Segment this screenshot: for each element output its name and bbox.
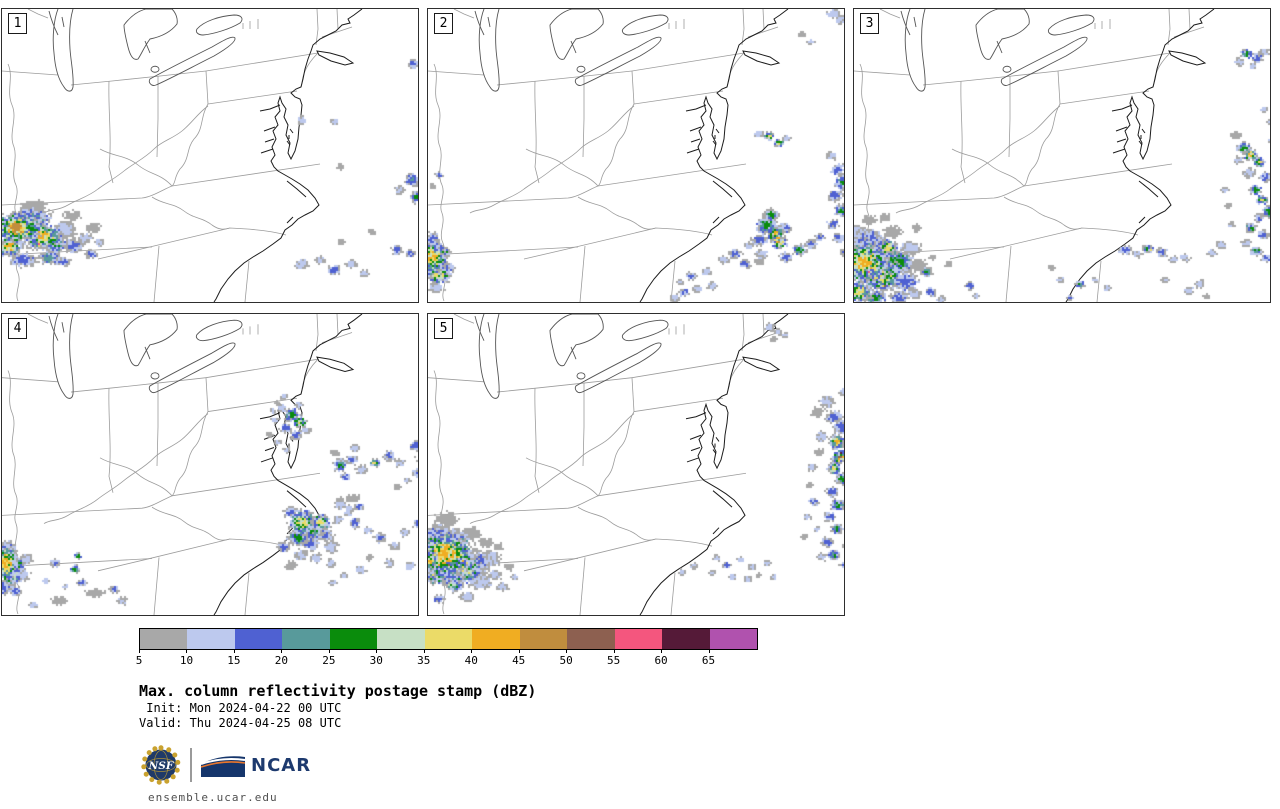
colorbar-tick-mark (613, 649, 615, 653)
ensemble-member-panel-5: 5 (427, 313, 845, 616)
colorbar-segment (140, 629, 188, 649)
radar-reflectivity-layer (2, 9, 418, 302)
colorbar-tick-label: 20 (274, 654, 288, 667)
colorbar-tick-label: 60 (654, 654, 668, 667)
colorbar-tick-mark (518, 649, 520, 653)
logo-divider (190, 748, 192, 782)
ncar-flag-icon (200, 755, 246, 777)
member-number: 4 (8, 318, 27, 339)
colorbar-tick-label: 25 (322, 654, 336, 667)
colorbar-tick-mark (376, 649, 378, 653)
colorbar-tick-label: 40 (464, 654, 478, 667)
ensemble-member-panel-3: 3 (853, 8, 1271, 303)
member-number: 5 (434, 318, 453, 339)
nsf-logo: NSF (141, 745, 181, 785)
colorbar-segment (709, 629, 758, 649)
reflectivity-colorbar (139, 628, 758, 650)
valid-time: Valid: Thu 2024-04-25 08 UTC (139, 716, 342, 730)
colorbar-tick-label: 35 (417, 654, 431, 667)
product-title: Max. column reflectivity postage stamp (… (139, 682, 537, 700)
init-time: Init: Mon 2024-04-22 00 UTC (139, 701, 342, 715)
colorbar-segment (377, 629, 425, 649)
colorbar-tick-mark (233, 649, 235, 653)
radar-reflectivity-layer (854, 9, 1270, 302)
colorbar-segment (424, 629, 473, 649)
colorbar-segment (662, 629, 710, 649)
title-block: Max. column reflectivity postage stamp (… (139, 682, 536, 731)
colorbar-ticks: 5 10 15 20 25 30 35 40 45 50 55 60 65 (136, 648, 757, 670)
ensemble-member-panel-4: 4 (1, 313, 419, 616)
colorbar-segment (282, 629, 330, 649)
radar-reflectivity-layer (428, 314, 844, 615)
colorbar-tick-mark (328, 649, 330, 653)
colorbar-tick-label: 45 (512, 654, 526, 667)
colorbar-segment (187, 629, 235, 649)
colorbar-tick-label: 10 (179, 654, 194, 667)
agency-logos: NSF NCAR (141, 745, 311, 785)
colorbar-segment (614, 629, 663, 649)
member-number: 3 (860, 13, 879, 34)
colorbar-tick-mark (186, 649, 188, 653)
colorbar-segment (567, 629, 615, 649)
colorbar-segment (234, 629, 283, 649)
colorbar-tick-mark (566, 649, 568, 653)
colorbar-tick-label: 50 (559, 654, 573, 667)
colorbar-tick-mark (423, 649, 425, 653)
colorbar-tick-label: 15 (227, 654, 241, 667)
colorbar-tick-label: 30 (369, 654, 383, 667)
site-url: ensemble.ucar.edu (148, 791, 278, 804)
ensemble-member-panel-1: 1 (1, 8, 419, 303)
colorbar-tick-label: 65 (701, 654, 716, 667)
colorbar-tick-mark (139, 649, 140, 653)
ensemble-postage-stamp-page: 1 2 3 4 5 5 10 15 20 25 30 35 40 45 50 55 60 65 Max.… (0, 0, 1280, 809)
radar-reflectivity-layer (428, 9, 844, 302)
ncar-logo-text: NCAR (251, 754, 312, 776)
ensemble-member-panel-2: 2 (427, 8, 845, 303)
colorbar-segment (519, 629, 568, 649)
colorbar-tick-mark (661, 649, 663, 653)
colorbar-tick-mark (281, 649, 283, 653)
member-number: 1 (8, 13, 27, 34)
colorbar-segment (329, 629, 378, 649)
radar-reflectivity-layer (2, 314, 418, 615)
colorbar-tick-label: 5 (135, 654, 143, 667)
colorbar-tick-mark (471, 649, 473, 653)
colorbar-segment (472, 629, 520, 649)
colorbar-tick-label: 55 (606, 654, 621, 667)
colorbar-tick-mark (708, 649, 710, 653)
member-number: 2 (434, 13, 453, 34)
nsf-logo-text: NSF (148, 760, 175, 772)
